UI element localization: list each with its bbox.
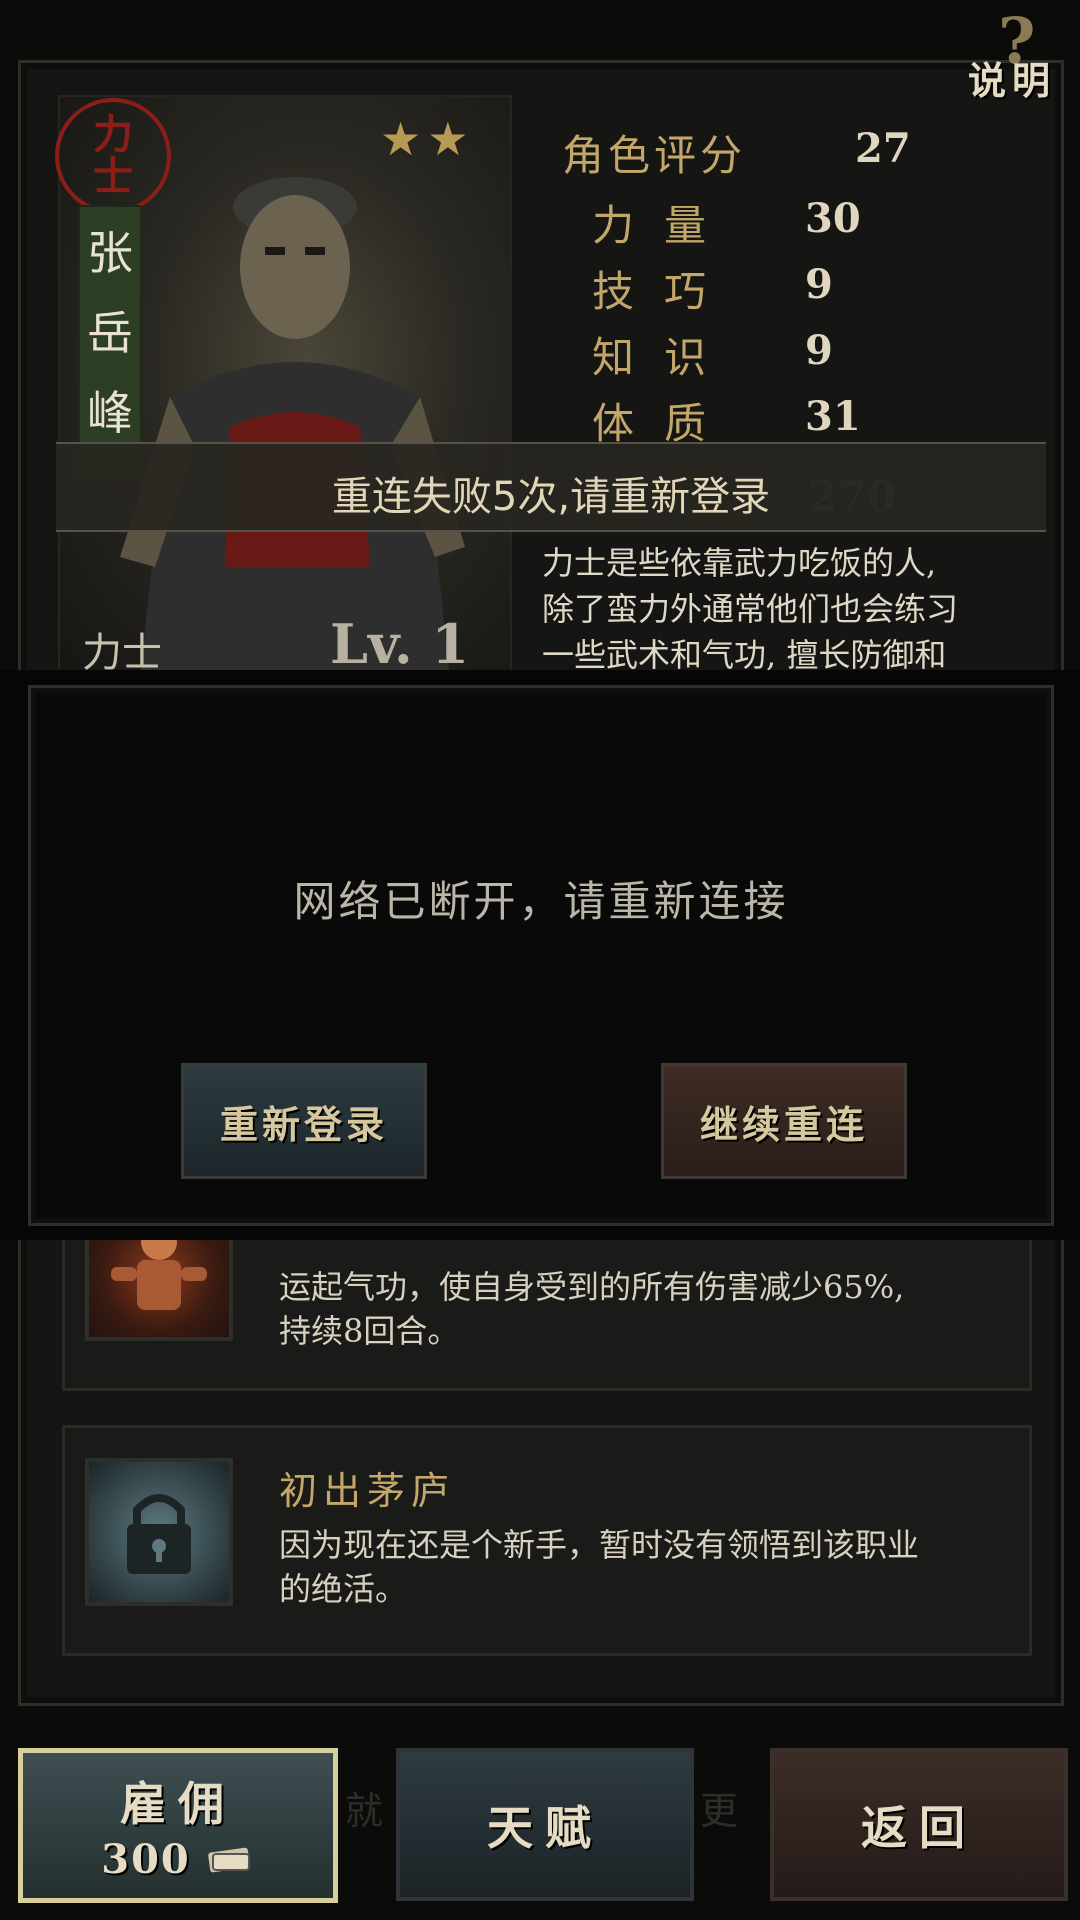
relogin-button[interactable]: 重新登录 <box>181 1063 427 1179</box>
toast-message: 重连失败5次,请重新登录 <box>331 474 771 520</box>
level-label: Lv. 1 <box>330 612 470 676</box>
back-button[interactable]: 返回 <box>770 1748 1068 1901</box>
dialog-message: 网络已断开，请重新连接 <box>293 877 789 926</box>
skill-card-2: 初出茅庐 因为现在还是个新手，暂时没有领悟到该职业 的绝活。 <box>62 1425 1032 1656</box>
character-name: 张 岳 峰 <box>78 205 142 479</box>
hire-label: 雇佣 <box>120 1777 236 1831</box>
stat-value-constitution: 31 <box>805 393 861 440</box>
stat-label-skill: 技巧 <box>592 267 737 316</box>
reconnect-failed-toast: 重连失败5次,请重新登录 <box>56 442 1046 532</box>
help-label: 说明 <box>968 58 1057 103</box>
skill-title: 初出茅庐 <box>279 1469 456 1513</box>
stat-label-strength: 力量 <box>592 201 737 250</box>
hire-cost: 300 <box>101 1836 191 1883</box>
network-disconnected-dialog: 网络已断开，请重新连接 重新登录 继续重连 <box>28 685 1054 1226</box>
hire-button[interactable]: 雇佣 300 <box>18 1748 338 1903</box>
stat-label-knowledge: 知识 <box>592 333 737 382</box>
talent-button[interactable]: 天赋 <box>396 1748 694 1901</box>
stat-value-rating: 27 <box>855 125 911 172</box>
ghost-text-left: 就 <box>345 1789 384 1833</box>
skill-description: 因为现在还是个新手，暂时没有领悟到该职业 的绝活。 <box>279 1526 920 1608</box>
class-seal: 力 士 <box>55 98 171 214</box>
skill-description: 运起气功，使自身受到的所有伤害减少65%, 持续8回合。 <box>279 1268 905 1350</box>
help-button[interactable]: ? 说明 <box>960 4 1075 105</box>
ghost-text-right: 更 <box>700 1789 739 1833</box>
money-icon <box>207 1847 250 1872</box>
reconnect-button[interactable]: 继续重连 <box>661 1063 907 1179</box>
star-rating: ★★ <box>380 112 475 166</box>
stat-value-knowledge: 9 <box>805 327 833 374</box>
stat-value-skill: 9 <box>805 261 833 308</box>
skill-icon-locked <box>85 1458 233 1606</box>
class-description: 力士是些依靠武力吃饭的人, 除了蛮力外通常他们也会练习 一些武术和气功, 擅长防… <box>542 544 959 674</box>
stat-value-strength: 30 <box>805 195 861 242</box>
lock-icon <box>127 1494 191 1574</box>
stat-label-rating: 角色评分 <box>562 131 747 180</box>
hire-cost-row: 300 <box>101 1836 255 1883</box>
